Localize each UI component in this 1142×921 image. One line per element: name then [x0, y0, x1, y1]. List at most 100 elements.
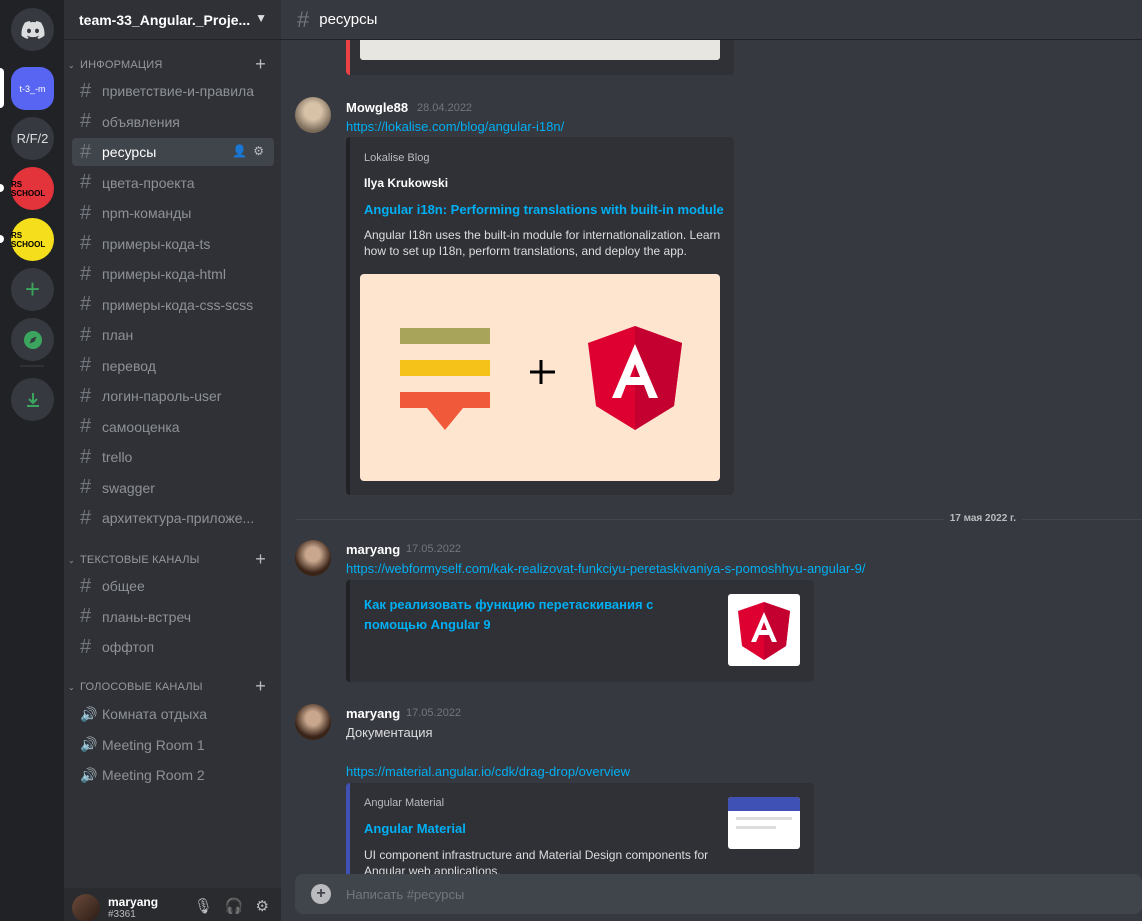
add-channel-icon[interactable]: + [255, 54, 266, 75]
download-apps-icon[interactable] [11, 378, 54, 421]
channel-label: цвета-проекта [102, 174, 195, 191]
channel-label: примеры-кода-html [102, 266, 226, 282]
channel-item[interactable]: 🔊 Meeting Room 2 [72, 761, 274, 789]
channel-item[interactable]: # перевод [72, 352, 274, 380]
hash-icon: # [80, 110, 92, 132]
date-divider-label: 17 мая 2022 г. [943, 513, 1022, 524]
hash-icon: # [80, 445, 92, 468]
user-name: maryang [108, 895, 159, 909]
thumbnail-header [728, 797, 800, 811]
guild-header[interactable]: team-33_Angular._Proje... ▼ [64, 0, 281, 40]
lokalise-angular-illustration [400, 326, 682, 430]
message-author[interactable]: maryang [346, 706, 400, 721]
discord-home-icon[interactable] [11, 8, 54, 51]
server-icon-rf2[interactable]: R/F/2 [11, 117, 54, 160]
embed-provider[interactable]: Lokalise Blog [364, 152, 429, 164]
channel-item[interactable]: # объявления [72, 108, 274, 136]
channel-item[interactable]: # планы-встреч [72, 603, 274, 631]
channel-item[interactable]: # приветствие-и-правила [72, 77, 274, 105]
link-embed: Lokalise Blog Ilya Krukowski Angular i18… [346, 137, 734, 495]
channel-item[interactable]: # самооценка [72, 413, 274, 441]
category-voice[interactable]: ⌄ ГОЛОСОВЫЕ КАНАЛЫ + [64, 676, 281, 697]
speaker-icon: 🔊 [80, 705, 98, 722]
guild-name: team-33_Angular._Proje... [79, 11, 251, 28]
channel-item[interactable]: # цвета-проекта [72, 169, 274, 197]
create-invite-icon[interactable]: 👤 [232, 144, 247, 158]
embed-title[interactable]: Angular i18n: Performing translations wi… [364, 200, 724, 220]
channel-item[interactable]: # примеры-кода-ts [72, 230, 274, 258]
avatar[interactable] [295, 704, 331, 740]
channel-item[interactable]: # план [72, 321, 274, 349]
link-embed: Как реализовать функцию перетаскивания с… [346, 580, 814, 682]
channel-item[interactable]: # примеры-кода-html [72, 260, 274, 288]
avatar[interactable] [72, 894, 100, 921]
category-label: ИНФОРМАЦИЯ [80, 59, 163, 71]
hash-icon: # [80, 262, 92, 285]
message-link[interactable]: https://webformyself.com/kak-realizovat-… [346, 561, 866, 576]
channel-item[interactable]: # ресурсы 👤 ⚙ [72, 138, 274, 166]
message-link[interactable]: https://lokalise.com/blog/angular-i18n/ [346, 119, 564, 134]
chat-area: # ресурсы Mowgle88 28.04.2022 https://lo… [281, 0, 1142, 921]
channel-item[interactable]: 🔊 Meeting Room 1 [72, 731, 274, 759]
channel-header: # ресурсы [281, 0, 1142, 40]
discord-app: t-3_-m R/F/2 RS SCHOOL RS SCHOOL + team-… [0, 0, 1142, 921]
embed-thumbnail[interactable] [728, 797, 800, 849]
avatar[interactable] [295, 540, 331, 576]
server-icon-rsschool-red[interactable]: RS SCHOOL [11, 167, 54, 210]
category-text[interactable]: ⌄ ТЕКСТОВЫЕ КАНАЛЫ + [64, 549, 281, 570]
mute-mic-icon[interactable]: 🎙 [194, 897, 213, 915]
composer-placeholder[interactable]: Написать #ресурсы [346, 887, 464, 902]
server-label: RS SCHOOL [11, 230, 46, 249]
channel-label: самооценка [102, 418, 180, 435]
channel-item[interactable]: # архитектура-приложе... [72, 504, 274, 532]
speaker-icon: 🔊 [80, 736, 98, 752]
channel-label: логин-пароль-user [102, 388, 222, 404]
channel-tools: 👤 ⚙ [232, 144, 264, 158]
avatar[interactable] [295, 97, 331, 133]
embed-provider[interactable]: Angular Material [364, 797, 444, 809]
channel-item[interactable]: # npm-команды [72, 199, 274, 227]
message-composer[interactable]: + Написать #ресурсы [295, 874, 1142, 914]
message-author[interactable]: maryang [346, 542, 400, 557]
embed-title[interactable]: Angular Material [364, 819, 466, 839]
hash-icon: # [80, 293, 92, 315]
server-label: RS SCHOOL [11, 179, 46, 198]
user-panel: maryang #3361 🎙 🎧 ⚙ [64, 888, 281, 921]
hash-icon: # [80, 323, 92, 346]
message-link[interactable]: https://material.angular.io/cdk/drag-dro… [346, 764, 630, 779]
add-channel-icon[interactable]: + [255, 676, 266, 697]
add-attachment-icon[interactable]: + [311, 884, 331, 904]
settings-gear-icon[interactable]: ⚙ [256, 897, 269, 915]
channel-settings-icon[interactable]: ⚙ [253, 144, 264, 158]
channel-item[interactable]: 🔊 Комната отдыха [72, 700, 274, 728]
channel-item[interactable]: # логин-пароль-user [72, 382, 274, 410]
embed-image[interactable] [360, 274, 720, 481]
embed-author[interactable]: Ilya Krukowski [364, 176, 448, 190]
unread-indicator [0, 235, 4, 243]
hash-icon: # [80, 354, 92, 376]
hash-icon: # [80, 201, 92, 224]
channel-item[interactable]: # общее [72, 572, 274, 600]
channel-label: перевод [102, 357, 156, 374]
hash-icon: # [80, 605, 92, 627]
channel-label: ресурсы [102, 144, 157, 160]
hash-icon: # [80, 232, 92, 254]
server-icon-rsschool-yellow[interactable]: RS SCHOOL [11, 218, 54, 261]
category-info[interactable]: ⌄ ИНФОРМАЦИЯ + [64, 54, 281, 75]
add-server-icon[interactable]: + [11, 268, 54, 311]
server-icon-team33[interactable]: t-3_-m [11, 67, 54, 110]
channel-item[interactable]: # примеры-кода-css-scss [72, 291, 274, 319]
message-author[interactable]: Mowgle88 [346, 100, 408, 115]
channel-item[interactable]: # swagger [72, 474, 274, 502]
add-channel-icon[interactable]: + [255, 549, 266, 570]
headphones-icon[interactable]: 🎧 [225, 897, 244, 915]
server-separator [20, 365, 44, 367]
embed-thumbnail[interactable] [728, 594, 800, 666]
embed-title[interactable]: Как реализовать функцию перетаскивания с [364, 595, 653, 615]
channel-item[interactable]: # оффтоп [72, 633, 274, 661]
explore-servers-icon[interactable] [11, 318, 54, 361]
category-label: ТЕКСТОВЫЕ КАНАЛЫ [80, 554, 200, 566]
thumbnail-line [736, 826, 776, 829]
channel-item[interactable]: # trello [72, 443, 274, 471]
embed-title[interactable]: помощью Angular 9 [364, 615, 491, 635]
